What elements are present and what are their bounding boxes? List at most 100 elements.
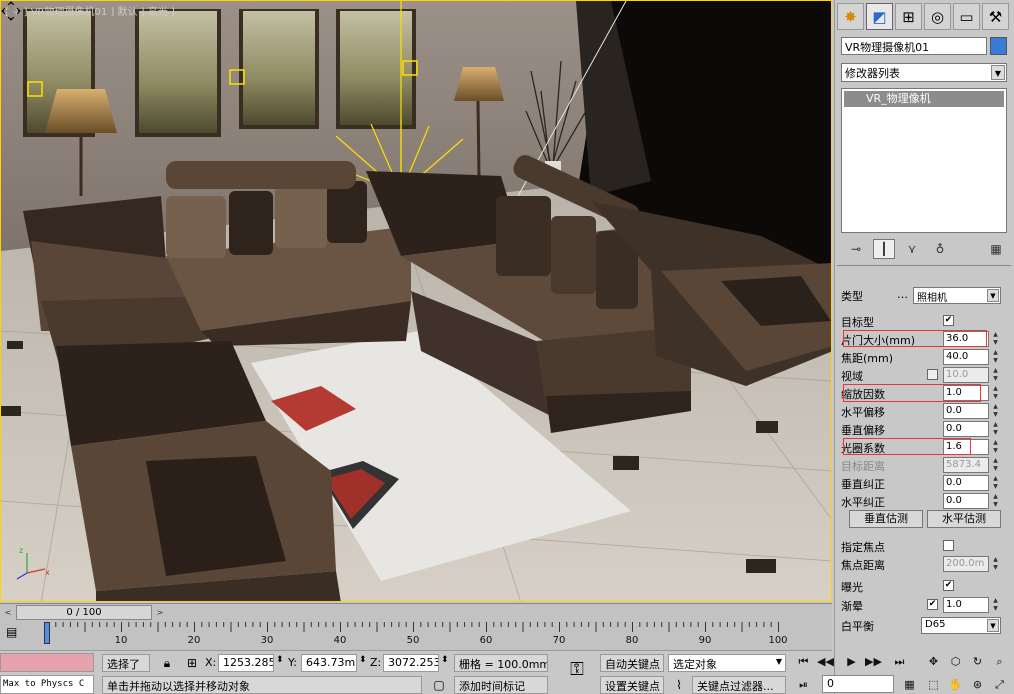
modify-tab-icon[interactable]: ◩ xyxy=(866,3,893,30)
horizontal-tilt-field[interactable]: 0.0 xyxy=(943,493,989,509)
fov-checkbox[interactable] xyxy=(927,369,938,380)
add-time-tag-button[interactable]: 添加时间标记 xyxy=(454,676,548,694)
zoom-extents-icon[interactable]: ✥ xyxy=(924,652,943,671)
time-slider[interactable]: < 0 / 100 > xyxy=(0,603,832,620)
zoom-factor-field[interactable]: 1.0 xyxy=(943,385,989,401)
spinner-arrows-icon[interactable]: ▲ ▼ xyxy=(991,421,1000,437)
lock-selection-icon[interactable]: 🔒︎ xyxy=(158,654,176,672)
guess-horizontal-button[interactable]: 水平估测 xyxy=(927,510,1001,528)
key-icon[interactable]: ⚿ xyxy=(562,661,592,679)
perspective-viewport[interactable]: [ + ] VR物理摄像机01 ] 默认 ] 高光 ] z x xyxy=(0,0,832,602)
focal-length-field[interactable]: 40.0 xyxy=(943,349,989,365)
auto-key-button[interactable]: 自动关键点 xyxy=(600,654,664,672)
motion-tab-icon[interactable]: ◎ xyxy=(924,3,951,30)
pin-stack-icon[interactable]: ⊸ xyxy=(845,239,867,259)
time-configuration-icon[interactable]: ▦ xyxy=(900,675,919,694)
focus-distance-field[interactable]: 200.0m xyxy=(943,556,989,572)
next-frame-icon[interactable]: ▶▶ xyxy=(864,652,883,671)
target-distance-field[interactable]: 5873.4 xyxy=(943,457,989,473)
current-frame-marker[interactable] xyxy=(44,622,50,644)
specify-focus-row: 指定焦点 xyxy=(841,538,997,555)
chevron-down-icon[interactable]: ▼ xyxy=(987,289,999,302)
pan-icon[interactable]: ✋ xyxy=(946,675,965,694)
spinner-arrows-icon[interactable]: ▲ ▼ xyxy=(991,439,1000,455)
vignetting-field[interactable]: 1.0 xyxy=(943,597,989,613)
object-name-field[interactable]: VR物理摄像机01 xyxy=(841,37,987,55)
spinner-arrows-icon[interactable]: ▲ ▼ xyxy=(991,349,1000,365)
chevron-down-icon[interactable]: ▼ xyxy=(776,657,782,666)
spinner-arrows-icon[interactable]: ▲ ▼ xyxy=(991,403,1000,419)
current-frame-field[interactable]: 0 xyxy=(822,675,894,693)
spinner-arrows-icon[interactable]: ▲ ▼ xyxy=(991,457,1000,473)
vertical-tilt-field[interactable]: 0.0 xyxy=(943,475,989,491)
remove-modifier-icon[interactable]: ♁ xyxy=(929,239,951,259)
make-unique-icon[interactable]: ⋎ xyxy=(901,239,923,259)
key-mode-toggle-icon[interactable]: ⏯ xyxy=(794,675,813,694)
exposure-checkbox[interactable]: ✔ xyxy=(943,580,954,591)
trackbar-tick-label: 10 xyxy=(114,635,128,646)
spinner-arrows-icon[interactable]: ▲ ▼ xyxy=(991,475,1000,491)
fov-field[interactable]: 10.0 xyxy=(943,367,989,383)
orbit-icon[interactable]: ↻ xyxy=(968,652,987,671)
selection-set-dropdown[interactable]: 选定对象 ▼ xyxy=(668,654,786,672)
viewport-label[interactable]: [ + ] VR物理摄像机01 ] 默认 ] 高光 ] xyxy=(5,3,175,18)
film-gate-field[interactable]: 36.0 xyxy=(943,331,989,347)
show-end-result-icon[interactable]: ┃ xyxy=(873,239,895,259)
modifier-stack[interactable]: VR_物理像机 xyxy=(841,88,1007,233)
display-tab-icon[interactable]: ▭ xyxy=(953,3,980,30)
spinner-arrows-icon[interactable]: ▲ ▼ xyxy=(991,331,1000,347)
targeted-checkbox[interactable]: ✔ xyxy=(943,315,954,326)
maxscript-output[interactable]: Max to Physcs C xyxy=(0,675,94,694)
vignetting-label: 渐晕 xyxy=(841,600,863,613)
spinner-arrows-icon[interactable]: ▲ ▼ xyxy=(991,597,1000,613)
trackbar-tick-label: 30 xyxy=(260,635,274,646)
guess-vertical-button[interactable]: 垂直估测 xyxy=(849,510,923,528)
go-to-end-icon[interactable]: ⏭ xyxy=(890,652,909,671)
f-number-field[interactable]: 1.6 xyxy=(943,439,989,455)
specify-focus-checkbox[interactable] xyxy=(943,540,954,551)
configure-modifier-sets-icon[interactable]: ▦ xyxy=(985,239,1007,259)
field-of-view-icon[interactable]: ⌕ xyxy=(990,652,1009,671)
trackbar[interactable]: ▤ 10 20 30 40 50 60 70 80 90 100 xyxy=(0,620,832,650)
stack-item-vr-physical-camera[interactable]: VR_物理像机 xyxy=(844,91,1004,107)
spinner-arrows-icon[interactable]: ▲ ▼ xyxy=(991,493,1000,509)
set-key-button[interactable]: 设置关键点 xyxy=(600,676,664,694)
chevron-down-icon[interactable]: ▼ xyxy=(991,65,1005,80)
set-key-mode-icon[interactable]: ⌇ xyxy=(670,676,688,694)
horizontal-shift-field[interactable]: 0.0 xyxy=(943,403,989,419)
type-dropdown[interactable]: 照相机 ▼ xyxy=(913,287,1001,304)
spinner-arrows-icon[interactable]: ▲ ▼ xyxy=(991,367,1000,383)
walk-through-icon[interactable]: ⊛ xyxy=(968,675,987,694)
time-tag-icon[interactable]: ▢ xyxy=(430,676,448,694)
command-panel-tabs: ✸ ◩ ⊞ ◎ ▭ ⚒ xyxy=(835,0,1014,33)
go-to-start-icon[interactable]: ⏮ xyxy=(794,652,813,671)
object-color-swatch[interactable] xyxy=(990,37,1007,55)
chevron-down-icon[interactable]: ▼ xyxy=(987,619,999,632)
previous-frame-icon[interactable]: ◀◀ xyxy=(816,652,835,671)
type-label: 类型 xyxy=(841,290,863,303)
key-filters-button[interactable]: 关键点过滤器... xyxy=(692,676,786,694)
zoom-region-icon[interactable]: ⬚ xyxy=(924,675,943,694)
absolute-mode-icon[interactable]: ⊞ xyxy=(183,654,201,672)
vertical-shift-field[interactable]: 0.0 xyxy=(943,421,989,437)
play-icon[interactable]: ▶ xyxy=(842,652,861,671)
y-coordinate-field[interactable]: 643.73mm xyxy=(301,654,357,672)
utilities-tab-icon[interactable]: ⚒ xyxy=(982,3,1009,30)
create-tab-icon[interactable]: ✸ xyxy=(837,3,864,30)
hierarchy-tab-icon[interactable]: ⊞ xyxy=(895,3,922,30)
curve-editor-icon[interactable]: ▤ xyxy=(6,625,28,641)
maxscript-listener-input[interactable] xyxy=(0,653,94,672)
modifier-list-dropdown[interactable]: 修改器列表 ▼ xyxy=(841,63,1007,82)
vignetting-checkbox[interactable]: ✔ xyxy=(927,599,938,610)
z-coordinate-field[interactable]: 3072.253m xyxy=(383,654,439,672)
trackbar-tick-label: 40 xyxy=(333,635,347,646)
maximize-viewport-icon[interactable]: ⤢ xyxy=(990,675,1009,694)
time-slider-thumb[interactable]: 0 / 100 xyxy=(16,605,152,620)
spinner-arrows-icon[interactable]: ▲ ▼ xyxy=(991,556,1000,572)
white-balance-dropdown[interactable]: D65 ▼ xyxy=(921,617,1001,634)
spinner-arrows-icon[interactable]: ▲ ▼ xyxy=(991,385,1000,401)
x-coordinate-field[interactable]: 1253.285m xyxy=(218,654,274,672)
prev-frame-icon[interactable]: < xyxy=(1,606,15,619)
zoom-extents-all-icon[interactable]: ⬡ xyxy=(946,652,965,671)
next-frame-icon[interactable]: > xyxy=(153,606,167,619)
